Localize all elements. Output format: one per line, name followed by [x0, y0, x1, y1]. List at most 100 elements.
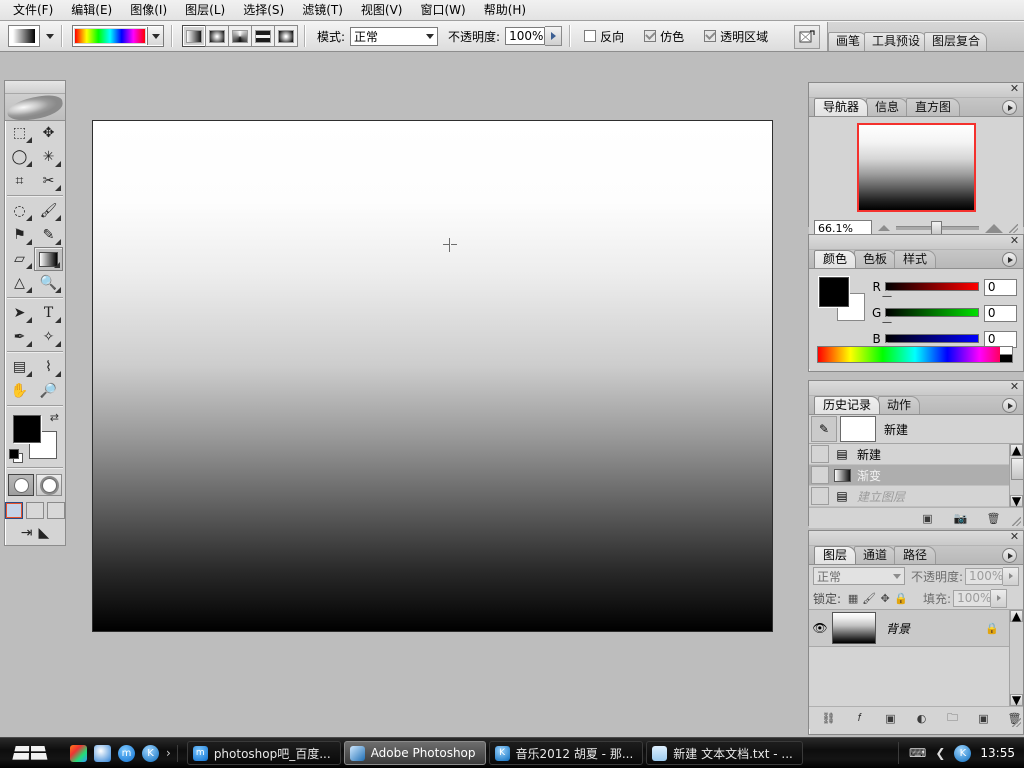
tab-styles[interactable]: 样式 [894, 250, 936, 268]
channel-value-g[interactable]: 0 [984, 305, 1017, 322]
opacity-input[interactable]: 100% [505, 27, 545, 45]
tool-type[interactable]: T [34, 301, 63, 325]
close-icon[interactable]: ✕ [1008, 381, 1021, 394]
channel-slider-b[interactable] [885, 334, 979, 344]
lock-transparent-pixels-icon[interactable]: ▦ [845, 590, 861, 606]
color-foreground-swatch[interactable] [819, 277, 849, 307]
history-brush-checkbox[interactable] [811, 445, 829, 463]
layer-style-fx-icon[interactable]: 𝑓 [852, 711, 867, 725]
tab-swatches[interactable]: 色板 [854, 250, 896, 268]
kugou-icon[interactable]: K [142, 745, 159, 762]
channel-slider-r[interactable] [885, 282, 979, 292]
screen-mode-fullscreen[interactable] [47, 502, 65, 519]
well-tab-layer-comps[interactable]: 图层复合 [924, 32, 987, 51]
jump-to-imageready-icon[interactable]: ⇥ [21, 526, 33, 540]
channel-slider-g[interactable] [885, 308, 979, 318]
new-layer-icon[interactable]: ▣ [976, 711, 991, 725]
channel-value-r[interactable]: 0 [984, 279, 1017, 296]
tool-crop[interactable]: ⌗ [5, 169, 34, 193]
tool-eraser[interactable]: ▱ [5, 247, 34, 271]
tab-layers[interactable]: 图层 [814, 546, 856, 564]
gradient-type-reflect[interactable] [251, 25, 275, 47]
keyboard-icon[interactable]: ⌨ [909, 746, 926, 760]
close-icon[interactable]: ✕ [1008, 235, 1021, 248]
task-notepad[interactable]: 新建 文本文档.txt - ... [646, 741, 803, 765]
white-black-swatches[interactable] [1000, 347, 1012, 362]
tab-history[interactable]: 历史记录 [814, 396, 880, 414]
resize-grip[interactable] [1012, 517, 1021, 526]
history-scrollbar[interactable]: ▲ ▼ [1009, 444, 1023, 507]
new-snapshot-camera-icon[interactable]: 📷 [953, 511, 968, 525]
mask-edit-icon[interactable] [794, 25, 820, 49]
scroll-down-icon[interactable]: ▼ [1010, 495, 1023, 507]
image-canvas[interactable] [93, 121, 772, 631]
fill-value[interactable]: 100% [953, 590, 991, 607]
tab-channels[interactable]: 通道 [854, 546, 896, 564]
foreground-color-swatch[interactable] [13, 415, 41, 443]
document-window[interactable] [92, 120, 773, 632]
tab-paths[interactable]: 路径 [894, 546, 936, 564]
reverse-checkbox-group[interactable]: 反向 [584, 28, 638, 45]
well-tab-tool-presets[interactable]: 工具预设 [864, 32, 927, 51]
menu-item-view[interactable]: 视图(V) [352, 1, 412, 20]
blend-mode-select[interactable]: 正常 [350, 27, 438, 46]
gradient-preset-picker[interactable] [72, 25, 164, 47]
tool-pen[interactable]: ✒ [5, 325, 34, 349]
layer-opacity-stepper[interactable] [1003, 567, 1019, 586]
history-brush-source-icon[interactable]: ✎ [811, 416, 837, 442]
scroll-thumb[interactable] [1011, 458, 1024, 480]
tool-preset-picker[interactable] [8, 25, 40, 47]
menu-item-filter[interactable]: 滤镜(T) [293, 1, 352, 20]
menu-item-select[interactable]: 选择(S) [234, 1, 293, 20]
gradient-preset-chevron-down-icon[interactable] [147, 27, 163, 45]
eye-icon[interactable]: 👁 [809, 621, 831, 635]
photoshop-feather-logo[interactable] [5, 94, 65, 121]
tab-actions[interactable]: 动作 [878, 396, 920, 414]
screen-mode-standard[interactable] [5, 502, 23, 519]
scroll-up-icon[interactable]: ▲ [1010, 610, 1023, 622]
history-menu-icon[interactable] [1002, 398, 1017, 413]
show-hidden-icons-chevron-icon[interactable]: ❮ [935, 746, 945, 760]
scroll-up-icon[interactable]: ▲ [1010, 444, 1023, 456]
layers-menu-icon[interactable] [1002, 548, 1017, 563]
start-button[interactable] [2, 740, 60, 766]
task-browser[interactable]: m photoshop吧_百度... [187, 741, 341, 765]
task-photoshop[interactable]: Adobe Photoshop [344, 741, 486, 765]
tool-preset-chevron-down-icon[interactable] [46, 34, 54, 39]
zoom-slider[interactable] [896, 221, 979, 235]
tool-slice[interactable]: ✂ [34, 169, 63, 193]
lock-image-pixels-icon[interactable]: 🖌 [861, 590, 877, 606]
channel-knob-r[interactable] [882, 290, 892, 296]
imageready-icon[interactable]: ◣ [38, 526, 49, 540]
tool-brush[interactable]: 🖌 [34, 199, 63, 223]
layers-titlebar[interactable]: ✕ [809, 531, 1023, 546]
default-colors-icon[interactable] [9, 449, 21, 461]
gradient-type-radial[interactable] [205, 25, 229, 47]
lock-all-icon[interactable]: 🔒 [893, 590, 909, 606]
color-menu-icon[interactable] [1002, 252, 1017, 267]
delete-trash-icon[interactable]: 🗑 [986, 511, 1001, 525]
close-icon[interactable]: ✕ [1008, 83, 1021, 96]
lock-position-icon[interactable]: ✥ [877, 590, 893, 606]
layers-scrollbar[interactable]: ▲ ▼ [1009, 610, 1023, 706]
dither-checkbox[interactable] [644, 30, 656, 42]
new-document-from-state-icon[interactable]: ▣ [920, 511, 935, 525]
menu-item-edit[interactable]: 编辑(E) [62, 1, 121, 20]
tool-zoom[interactable]: 🔎 [34, 379, 63, 403]
tool-magic-wand[interactable]: ✳ [34, 145, 63, 169]
layer-name[interactable]: 背景 [886, 620, 910, 637]
tab-histogram[interactable]: 直方图 [906, 98, 960, 116]
link-layers-icon[interactable]: ⛓ [821, 711, 836, 725]
gradient-type-diamond[interactable] [274, 25, 298, 47]
menu-item-file[interactable]: 文件(F) [4, 1, 62, 20]
zoom-in-icon[interactable] [985, 224, 1003, 233]
zoom-out-icon[interactable] [878, 225, 890, 231]
navigator-menu-icon[interactable] [1002, 100, 1017, 115]
history-item-make-layer[interactable]: ▤ 建立图层 [809, 486, 1023, 507]
history-brush-checkbox[interactable] [811, 466, 829, 484]
resize-grip[interactable] [1012, 718, 1021, 727]
scroll-down-icon[interactable]: ▼ [1010, 694, 1023, 706]
reverse-checkbox[interactable] [584, 30, 596, 42]
layer-blend-mode-select[interactable]: 正常 [813, 567, 905, 585]
navigator-titlebar[interactable]: ✕ [809, 83, 1023, 98]
